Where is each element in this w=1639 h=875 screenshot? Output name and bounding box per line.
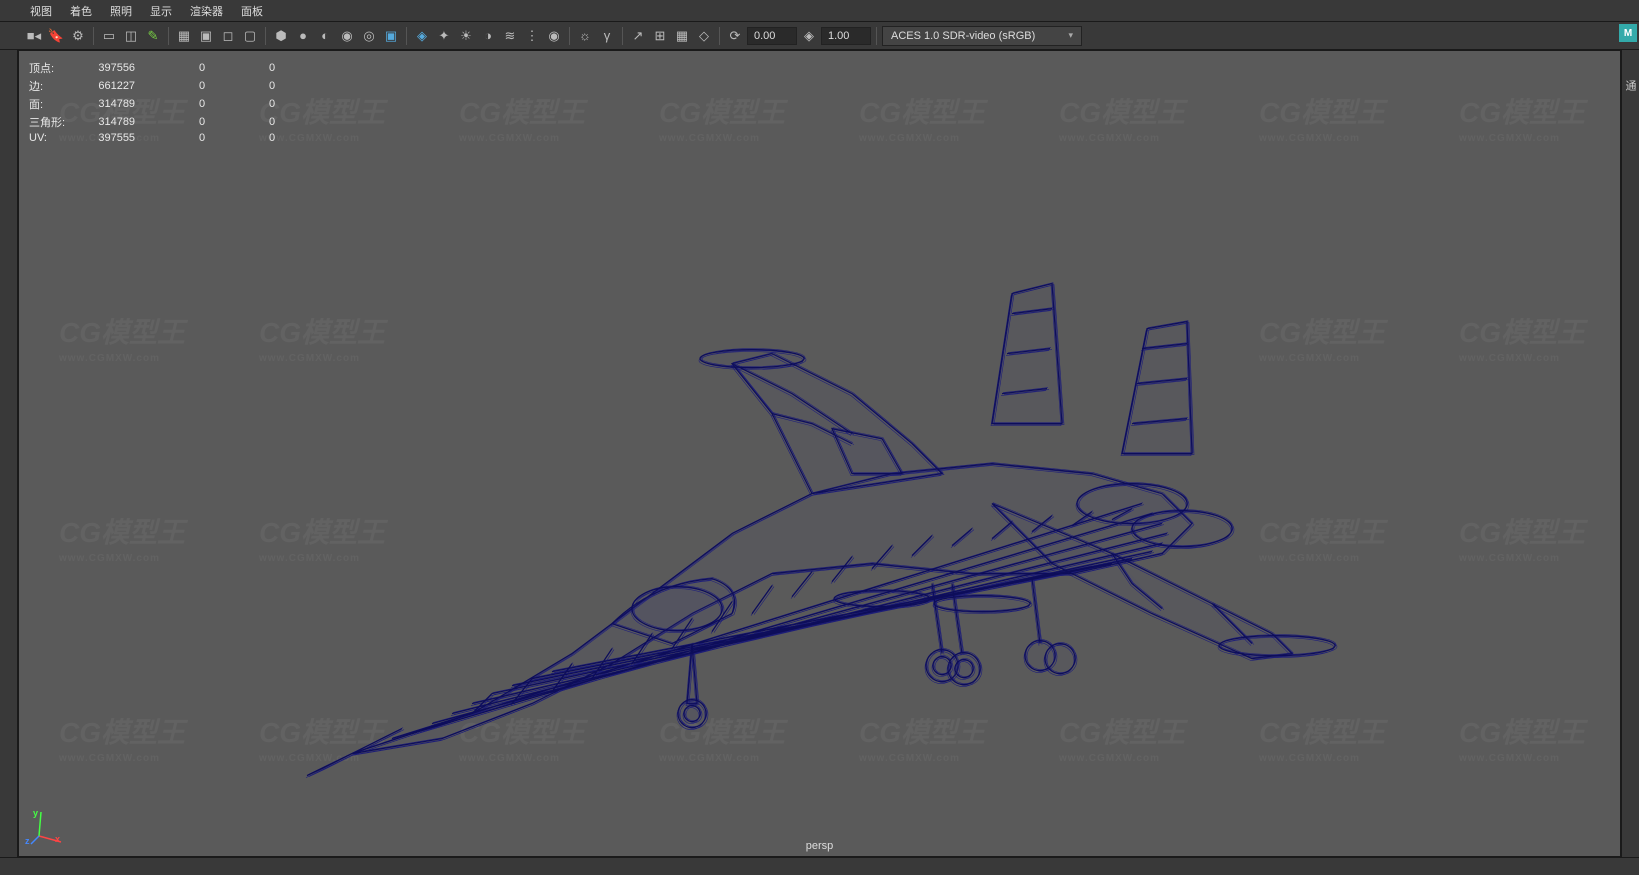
separator (719, 27, 720, 45)
exposure-icon[interactable]: ☼ (575, 26, 595, 46)
time-field-a[interactable]: 0.00 (747, 27, 797, 45)
motion-blur-icon[interactable]: ≋ (500, 26, 520, 46)
panel-toolbar: ■◂ 🔖 ⚙ ▭ ◫ ✎ ▦ ▣ ◻ ▢ ⬢ ● ◐ ◉ ◎ ▣ ◈ ✦ ☀ ◑… (0, 22, 1639, 50)
watermark: CG模型王www.CGMXW.com (59, 711, 185, 764)
arrow-icon[interactable]: ↗ (628, 26, 648, 46)
menu-shading[interactable]: 着色 (70, 3, 92, 19)
gamma-icon[interactable]: γ (597, 26, 617, 46)
grease-pencil-icon[interactable]: ✎ (143, 26, 163, 46)
watermark: CG模型王www.CGMXW.com (59, 511, 185, 564)
watermark: CG模型王www.CGMXW.com (1459, 91, 1585, 144)
watermark: CG模型王www.CGMXW.com (59, 311, 185, 364)
watermark: CG模型王www.CGMXW.com (1259, 91, 1385, 144)
menu-show[interactable]: 显示 (150, 3, 172, 19)
snap-grid-icon[interactable]: ▦ (672, 26, 692, 46)
gate-mask-icon[interactable]: ▢ (240, 26, 260, 46)
smooth-shade-icon[interactable]: ● (293, 26, 313, 46)
time-field-b[interactable]: 1.00 (821, 27, 871, 45)
watermark: CG模型王www.CGMXW.com (459, 91, 585, 144)
camera-settings-icon[interactable]: ⚙ (68, 26, 88, 46)
film-gate-icon[interactable]: ▣ (196, 26, 216, 46)
lights-icon[interactable]: ☀ (456, 26, 476, 46)
color-management-dropdown[interactable]: ACES 1.0 SDR-video (sRGB) (882, 26, 1082, 46)
viewport-persp[interactable]: 顶点:39755600 边:66122700 面:31478900 三角形:31… (18, 50, 1621, 857)
wireframe-icon[interactable]: ⬢ (271, 26, 291, 46)
watermark: CG模型王www.CGMXW.com (859, 91, 985, 144)
xray-joints-icon[interactable]: ✦ (434, 26, 454, 46)
separator (876, 27, 877, 45)
separator (168, 27, 169, 45)
separator (569, 27, 570, 45)
xray-icon[interactable]: ◈ (412, 26, 432, 46)
watermark: CG模型王www.CGMXW.com (1459, 711, 1585, 764)
axis-x-label: x (55, 834, 60, 844)
camera-name-label: persp (806, 840, 834, 852)
depth-of-field-icon[interactable]: ◉ (544, 26, 564, 46)
watermark: CG模型王www.CGMXW.com (659, 91, 785, 144)
menu-panels[interactable]: 面板 (241, 3, 263, 19)
right-dock[interactable]: 通 (1621, 50, 1639, 857)
grid-icon[interactable]: ▦ (174, 26, 194, 46)
2d-pan-icon[interactable]: ◫ (121, 26, 141, 46)
watermark: CG模型王www.CGMXW.com (1459, 511, 1585, 564)
bookmark-icon[interactable]: 🔖 (46, 26, 66, 46)
panel-menu-bar[interactable]: 视图 着色 照明 显示 渲染器 面板 (0, 0, 1639, 22)
poly-count-hud: 顶点:39755600 边:66122700 面:31478900 三角形:31… (29, 59, 287, 145)
textured-icon[interactable]: ◐ (315, 26, 335, 46)
axis-z-label: z (25, 836, 30, 846)
snap-icon[interactable]: ⊞ (650, 26, 670, 46)
keyframe-icon[interactable]: ◈ (799, 26, 819, 46)
right-dock-label: 通 (1622, 50, 1638, 91)
model-wireframe-jet[interactable] (292, 193, 1392, 813)
watermark: CG模型王www.CGMXW.com (1059, 91, 1185, 144)
menu-view[interactable]: 视图 (30, 3, 52, 19)
image-plane-icon[interactable]: ▭ (99, 26, 119, 46)
shadows-icon[interactable]: ◎ (359, 26, 379, 46)
separator (622, 27, 623, 45)
snap-curve-icon[interactable]: ◇ (694, 26, 714, 46)
bottom-dock[interactable] (0, 857, 1639, 875)
ao-icon[interactable]: ◑ (478, 26, 498, 46)
multisample-icon[interactable]: ⋮ (522, 26, 542, 46)
isolate-select-icon[interactable]: ▣ (381, 26, 401, 46)
left-dock[interactable] (0, 50, 18, 857)
resolution-gate-icon[interactable]: ◻ (218, 26, 238, 46)
separator (265, 27, 266, 45)
view-axis-gizmo[interactable]: x y z (29, 806, 69, 846)
use-all-lights-icon[interactable]: ◉ (337, 26, 357, 46)
separator (406, 27, 407, 45)
separator (93, 27, 94, 45)
maya-logo-icon: M (1619, 24, 1637, 42)
refresh-icon[interactable]: ⟳ (725, 26, 745, 46)
watermark: CG模型王www.CGMXW.com (1459, 311, 1585, 364)
menu-renderer[interactable]: 渲染器 (190, 3, 223, 19)
select-camera-icon[interactable]: ■◂ (24, 26, 44, 46)
color-profile-label: ACES 1.0 SDR-video (sRGB) (891, 30, 1035, 42)
axis-y-label: y (33, 808, 38, 818)
menu-lighting[interactable]: 照明 (110, 3, 132, 19)
